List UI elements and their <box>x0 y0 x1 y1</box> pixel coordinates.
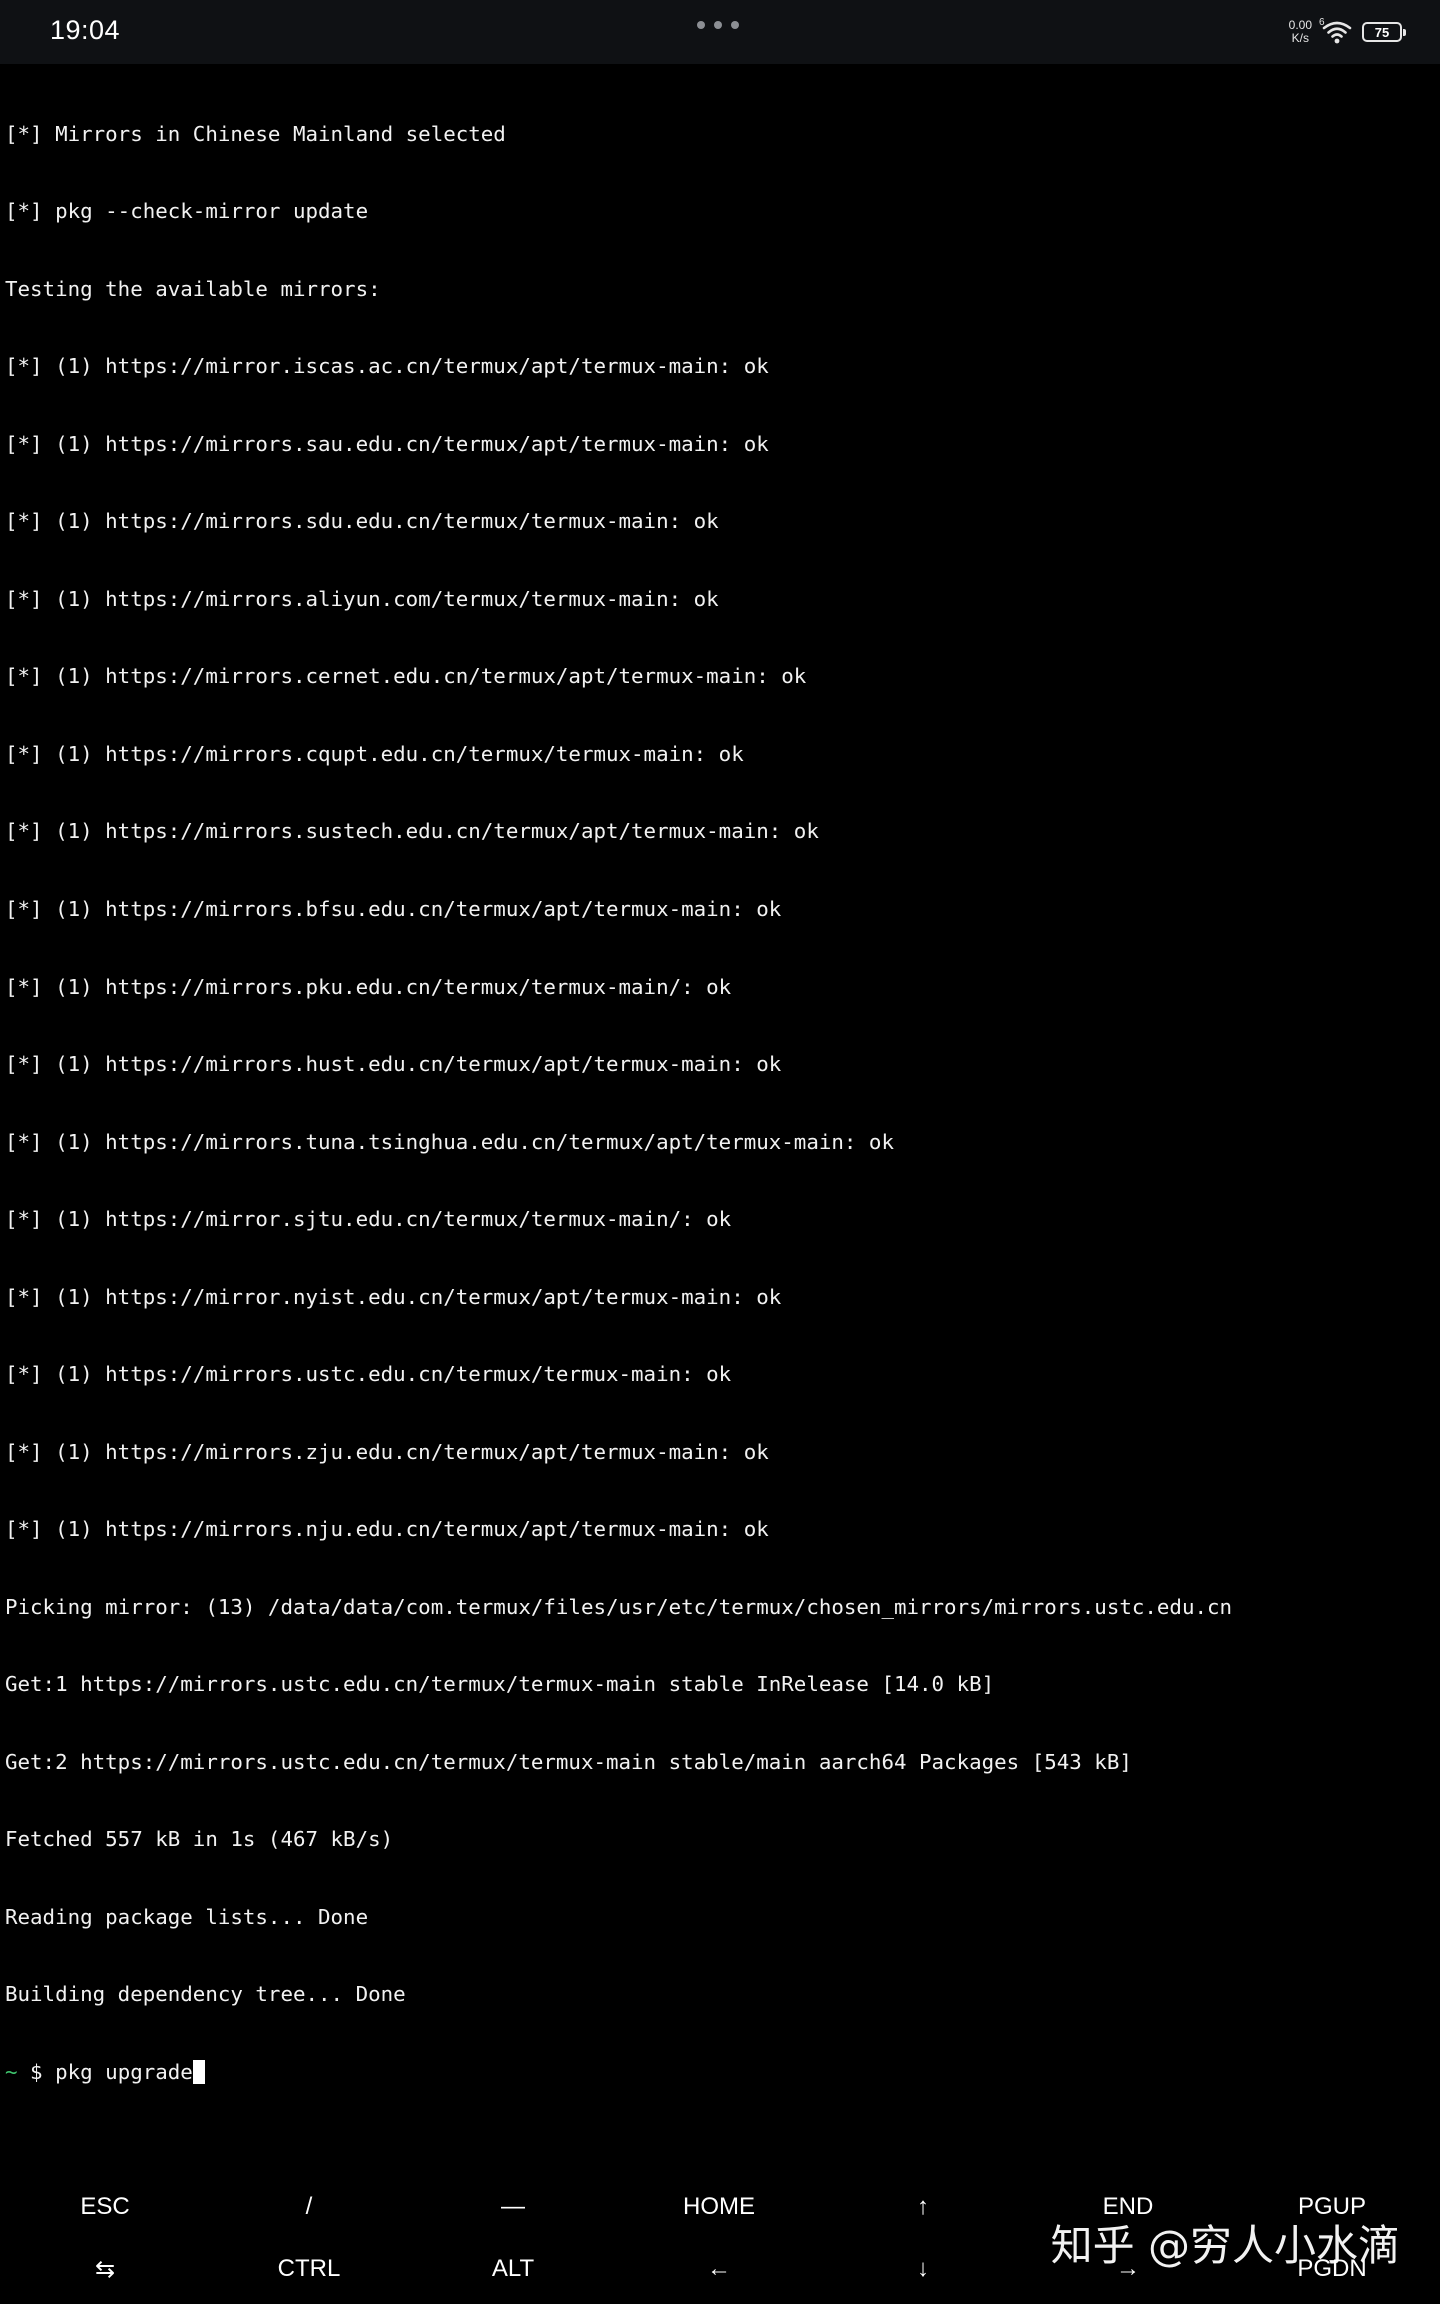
terminal-line: [*] (1) https://mirrors.zju.edu.cn/termu… <box>5 1439 769 1464</box>
terminal-line: Testing the available mirrors: <box>5 276 381 301</box>
terminal-line: [*] (1) https://mirrors.tuna.tsinghua.ed… <box>5 1129 894 1154</box>
terminal-line: [*] (1) https://mirrors.cernet.edu.cn/te… <box>5 664 807 689</box>
prompt-symbol: $ <box>17 2059 56 2084</box>
ctrl-key[interactable]: CTRL <box>207 2238 411 2300</box>
wifi-badge: 6 <box>1319 17 1325 28</box>
terminal-line: [*] (1) https://mirrors.sdu.edu.cn/termu… <box>5 509 719 534</box>
terminal-line: [*] pkg --check-mirror update <box>5 199 369 224</box>
arrow-left-key[interactable]: ← <box>617 2238 821 2300</box>
dash-key[interactable]: — <box>411 2176 615 2238</box>
terminal-line: [*] (1) https://mirrors.aliyun.com/termu… <box>5 586 719 611</box>
terminal-line: [*] (1) https://mirrors.cqupt.edu.cn/ter… <box>5 741 744 766</box>
terminal-line: [*] (1) https://mirror.sjtu.edu.cn/termu… <box>5 1207 732 1232</box>
text-cursor <box>192 2059 205 2084</box>
terminal-line: Picking mirror: (13) /data/data/com.term… <box>5 1594 1233 1619</box>
battery-icon: 75 <box>1362 22 1406 42</box>
terminal-line: [*] (1) https://mirrors.nju.edu.cn/termu… <box>5 1517 769 1542</box>
battery-level: 75 <box>1374 24 1390 40</box>
status-time: 19:04 <box>50 15 121 45</box>
prompt-tilde: ~ <box>5 2059 18 2084</box>
home-key[interactable]: HOME <box>617 2176 821 2238</box>
slash-key[interactable]: / <box>207 2176 411 2238</box>
network-speed-unit: K/s <box>1291 31 1309 45</box>
terminal-line: Get:2 https://mirrors.ustc.edu.cn/termux… <box>5 1749 1132 1774</box>
network-speed: 0.00 K/s <box>1289 19 1312 45</box>
status-bar: 19:04 0.00 K/s 6 75 <box>0 0 1440 64</box>
terminal-line: [*] (1) https://mirrors.sau.edu.cn/termu… <box>5 431 769 456</box>
terminal-line: [*] (1) https://mirror.nyist.edu.cn/term… <box>5 1284 782 1309</box>
wifi-icon: 6 <box>1319 17 1352 44</box>
terminal-line: [*] (1) https://mirrors.pku.edu.cn/termu… <box>5 974 732 999</box>
terminal-line: [*] (1) https://mirrors.ustc.edu.cn/term… <box>5 1362 732 1387</box>
terminal-output[interactable]: [*] Mirrors in Chinese Mainland selected… <box>5 70 1435 2112</box>
esc-key[interactable]: ESC <box>3 2176 207 2238</box>
terminal-line: Reading package lists... Done <box>5 1904 369 1929</box>
terminal-prompt-line[interactable]: ~ $ pkg upgrade <box>5 2059 1435 2086</box>
more-dots-icon[interactable] <box>694 21 744 31</box>
arrow-down-key[interactable]: ↓ <box>821 2238 1025 2300</box>
terminal-line: [*] (1) https://mirrors.sustech.edu.cn/t… <box>5 819 819 844</box>
terminal-line: Get:1 https://mirrors.ustc.edu.cn/termux… <box>5 1672 995 1697</box>
tab-key[interactable]: ⇆ <box>3 2238 207 2300</box>
prompt-command: pkg upgrade <box>55 2059 193 2084</box>
terminal-line: Fetched 557 kB in 1s (467 kB/s) <box>5 1827 394 1852</box>
watermark: 知乎 @穷人小水滴 <box>1050 2221 1400 2270</box>
status-indicators: 0.00 K/s 6 75 <box>1289 17 1406 47</box>
terminal-line: [*] (1) https://mirrors.hust.edu.cn/term… <box>5 1052 782 1077</box>
arrow-up-key[interactable]: ↑ <box>821 2176 1025 2238</box>
alt-key[interactable]: ALT <box>411 2238 615 2300</box>
terminal-line: [*] (1) https://mirror.iscas.ac.cn/termu… <box>5 354 769 379</box>
terminal-line: [*] (1) https://mirrors.bfsu.edu.cn/term… <box>5 897 782 921</box>
terminal-line: [*] Mirrors in Chinese Mainland selected <box>5 121 506 146</box>
terminal-line: Building dependency tree... Done <box>5 1982 406 2007</box>
